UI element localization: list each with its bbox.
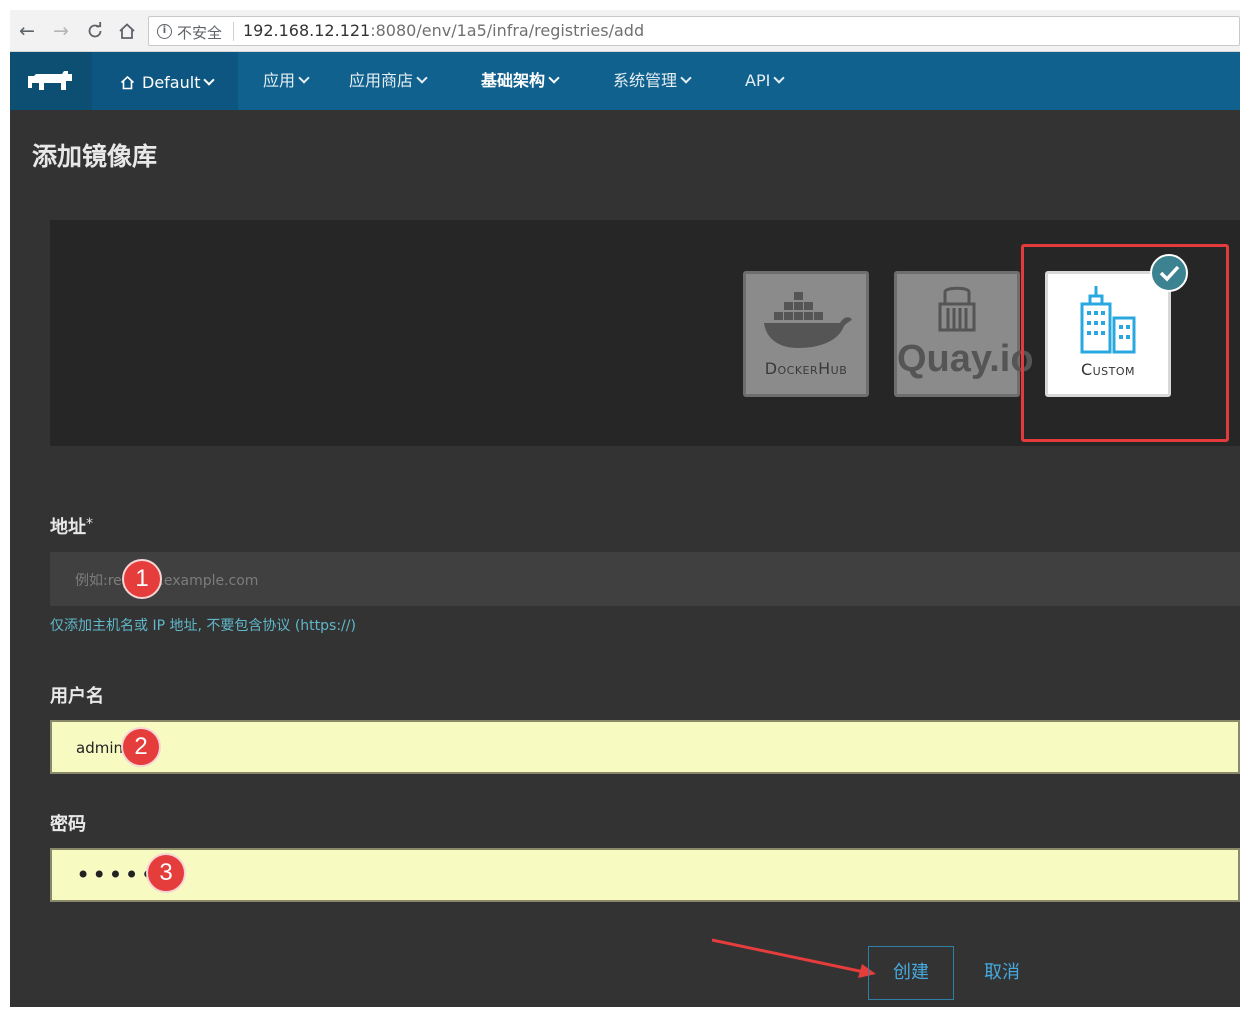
url-divider — [233, 22, 234, 41]
chevron-down-icon — [773, 72, 785, 84]
forward-arrow-icon[interactable]: → — [48, 18, 74, 44]
password-label: 密码 — [50, 814, 86, 835]
environment-switcher[interactable]: Default — [92, 52, 238, 110]
address-placeholder: 例如:registry.example.com — [75, 573, 259, 589]
username-input[interactable]: admin — [50, 720, 1240, 774]
browser-toolbar: ← → i 不安全 192.168.12.121:8080/env/1a5/in… — [10, 10, 1240, 52]
cancel-button[interactable]: 取消 — [962, 946, 1042, 1000]
address-input[interactable]: 例如:registry.example.com — [50, 552, 1240, 606]
main-content: 添加镜像库 DockerHub Quay.io Custom 地址* 例如:re… — [10, 110, 1240, 1007]
address-bar[interactable]: i 不安全 192.168.12.121:8080/env/1a5/infra/… — [148, 16, 1240, 46]
environment-name: Default — [142, 73, 201, 92]
menu-api[interactable]: API — [745, 52, 785, 110]
menu-label: 应用 — [263, 71, 296, 90]
rancher-logo[interactable] — [10, 52, 92, 110]
url-host: 192.168.12.121 — [243, 21, 371, 40]
menu-label: 基础架构 — [481, 71, 546, 90]
create-button[interactable]: 创建 — [868, 946, 954, 1000]
quay-tower-icon — [938, 286, 976, 332]
info-icon[interactable]: i — [157, 24, 172, 39]
required-mark: * — [86, 516, 93, 532]
insecure-label: 不安全 — [177, 24, 223, 42]
menu-apps[interactable]: 应用 — [263, 52, 310, 110]
menu-infrastructure[interactable]: 基础架构 — [481, 52, 560, 110]
selection-highlight-box — [1021, 244, 1229, 442]
menu-admin[interactable]: 系统管理 — [613, 52, 692, 110]
docker-whale-icon — [764, 292, 852, 348]
annotation-badge: 3 — [146, 853, 186, 893]
address-help-text: 仅添加主机名或 IP 地址, 不要包含协议 (https://) — [50, 618, 356, 634]
home-icon — [120, 75, 135, 90]
address-label: 地址* — [50, 513, 93, 539]
reload-icon[interactable] — [82, 18, 108, 44]
page-title: 添加镜像库 — [32, 142, 158, 171]
menu-catalog[interactable]: 应用商店 — [349, 52, 428, 110]
driver-quay[interactable]: Quay.io — [894, 271, 1034, 397]
menu-label: API — [745, 71, 771, 90]
driver-label: Quay.io — [897, 338, 1034, 380]
driver-dockerhub[interactable]: DockerHub — [743, 271, 869, 397]
annotation-badge: 2 — [121, 727, 161, 767]
driver-label: DockerHub — [764, 359, 848, 378]
address-label-text: 地址 — [50, 517, 86, 538]
menu-label: 应用商店 — [349, 71, 414, 90]
menu-label: 系统管理 — [613, 71, 678, 90]
app-header: Default 应用 应用商店 基础架构 系统管理 API — [10, 52, 1240, 110]
home-icon[interactable] — [114, 18, 140, 44]
url-text[interactable]: 192.168.12.121:8080/env/1a5/infra/regist… — [243, 21, 644, 40]
password-input[interactable]: •••••• — [50, 848, 1240, 902]
chevron-down-icon — [203, 74, 216, 86]
chevron-down-icon — [298, 72, 310, 84]
back-arrow-icon[interactable]: ← — [14, 18, 40, 44]
annotation-badge: 1 — [122, 559, 162, 599]
url-path: :8080/env/1a5/infra/registries/add — [370, 21, 645, 40]
username-label: 用户名 — [50, 686, 104, 707]
chevron-down-icon — [416, 72, 428, 84]
username-value: admin — [76, 739, 123, 757]
chevron-down-icon — [680, 72, 692, 84]
chevron-down-icon — [548, 72, 560, 84]
